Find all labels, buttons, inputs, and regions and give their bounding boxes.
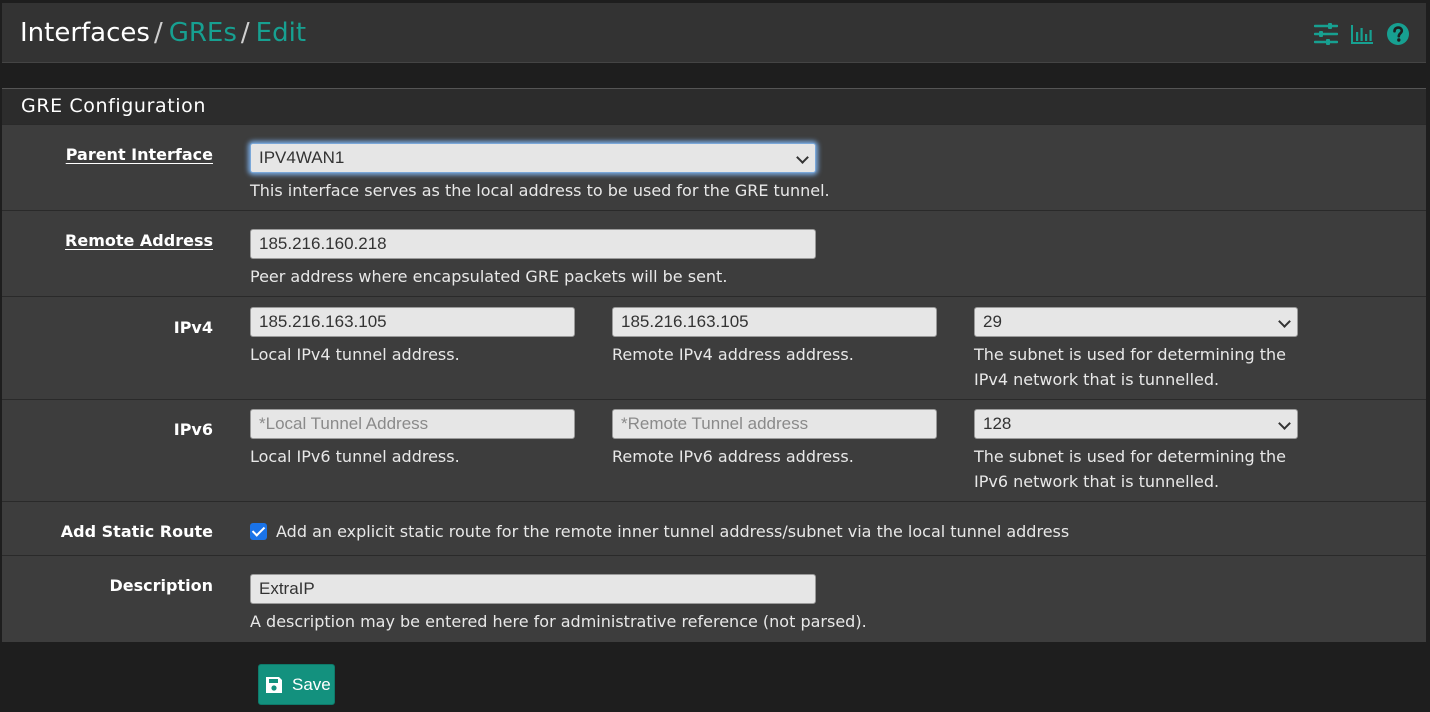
ipv6-local-help: Local IPv6 tunnel address. [250,447,460,466]
breadcrumb-separator: / [240,18,250,48]
ipv4-local-value: 185.216.163.105 [259,312,387,331]
bar-chart-icon[interactable] [1350,22,1374,46]
ipv4-local-input[interactable]: 185.216.163.105 [250,307,575,337]
remote-address-input[interactable]: 185.216.160.218 [250,229,816,259]
ipv6-remote-help: Remote IPv6 address address. [612,447,854,466]
ipv6-remote-placeholder: *Remote Tunnel address [621,414,809,433]
sliders-icon[interactable] [1314,22,1338,46]
static-route-text: Add an explicit static route for the rem… [276,522,1070,541]
ipv4-subnet-help-1: The subnet is used for determining the [974,345,1287,364]
parent-interface-value: IPV4WAN1 [259,148,345,167]
ipv4-remote-value: 185.216.163.105 [621,312,749,331]
description-input[interactable]: ExtraIP [250,574,816,604]
ipv6-subnet-select[interactable]: 128 [974,409,1298,439]
description-help: A description may be entered here for ad… [250,612,867,631]
ipv6-subnet-help-2: IPv6 network that is tunnelled. [974,472,1220,491]
ipv4-row: IPv4 185.216.163.105 Local IPv4 tunnel a… [2,296,1426,399]
ipv6-label: IPv6 [173,420,213,439]
ipv4-label: IPv4 [173,318,213,337]
ipv6-subnet-help-1: The subnet is used for determining the [974,447,1287,466]
ipv4-remote-input[interactable]: 185.216.163.105 [612,307,937,337]
description-row: Description ExtraIP A description may be… [2,555,1426,642]
parent-interface-row: Parent Interface IPV4WAN1 This interface… [2,124,1426,211]
remote-address-row: Remote Address 185.216.160.218 Peer addr… [2,210,1426,297]
ipv6-remote-input[interactable]: *Remote Tunnel address [612,409,937,439]
ipv6-row: IPv6 *Local Tunnel Address Local IPv6 tu… [2,399,1426,501]
ipv4-subnet-value: 29 [983,312,1002,331]
save-icon [266,676,282,693]
ipv6-local-placeholder: *Local Tunnel Address [259,414,429,433]
ipv6-subnet-value: 128 [983,414,1012,433]
gre-configuration-panel: GRE Configuration Parent Interface IPV4W… [2,88,1426,642]
remote-address-help: Peer address where encapsulated GRE pack… [250,267,728,286]
ipv4-remote-help: Remote IPv4 address address. [612,345,854,364]
remote-address-value: 185.216.160.218 [259,234,387,253]
save-button[interactable]: Save [258,664,335,705]
ipv4-local-help: Local IPv4 tunnel address. [250,345,460,364]
help-icon[interactable] [1386,22,1410,46]
breadcrumb-separator: / [153,18,163,48]
breadcrumb: Interfaces / GREs / Edit [20,17,306,49]
parent-interface-label: Parent Interface [65,145,213,164]
breadcrumb-interfaces: Interfaces [20,18,150,48]
static-route-label: Add Static Route [60,522,213,541]
breadcrumb-edit-link[interactable]: Edit [256,18,306,48]
header-icons [1314,22,1410,46]
static-route-row: Add Static Route Add an explicit static … [2,501,1426,555]
parent-interface-help: This interface serves as the local addre… [250,181,830,200]
ipv4-subnet-help-2: IPv4 network that is tunnelled. [974,370,1220,389]
description-value: ExtraIP [259,579,315,598]
page-header: Interfaces / GREs / Edit [2,3,1426,63]
ipv4-subnet-select[interactable]: 29 [974,307,1298,337]
parent-interface-select[interactable]: IPV4WAN1 [250,143,816,173]
remote-address-label: Remote Address [65,231,213,250]
ipv6-local-input[interactable]: *Local Tunnel Address [250,409,575,439]
description-label: Description [109,576,213,595]
panel-title: GRE Configuration [2,88,1426,125]
save-button-label: Save [292,674,331,694]
static-route-checkbox[interactable] [250,523,267,540]
breadcrumb-gres-link[interactable]: GREs [169,18,237,48]
